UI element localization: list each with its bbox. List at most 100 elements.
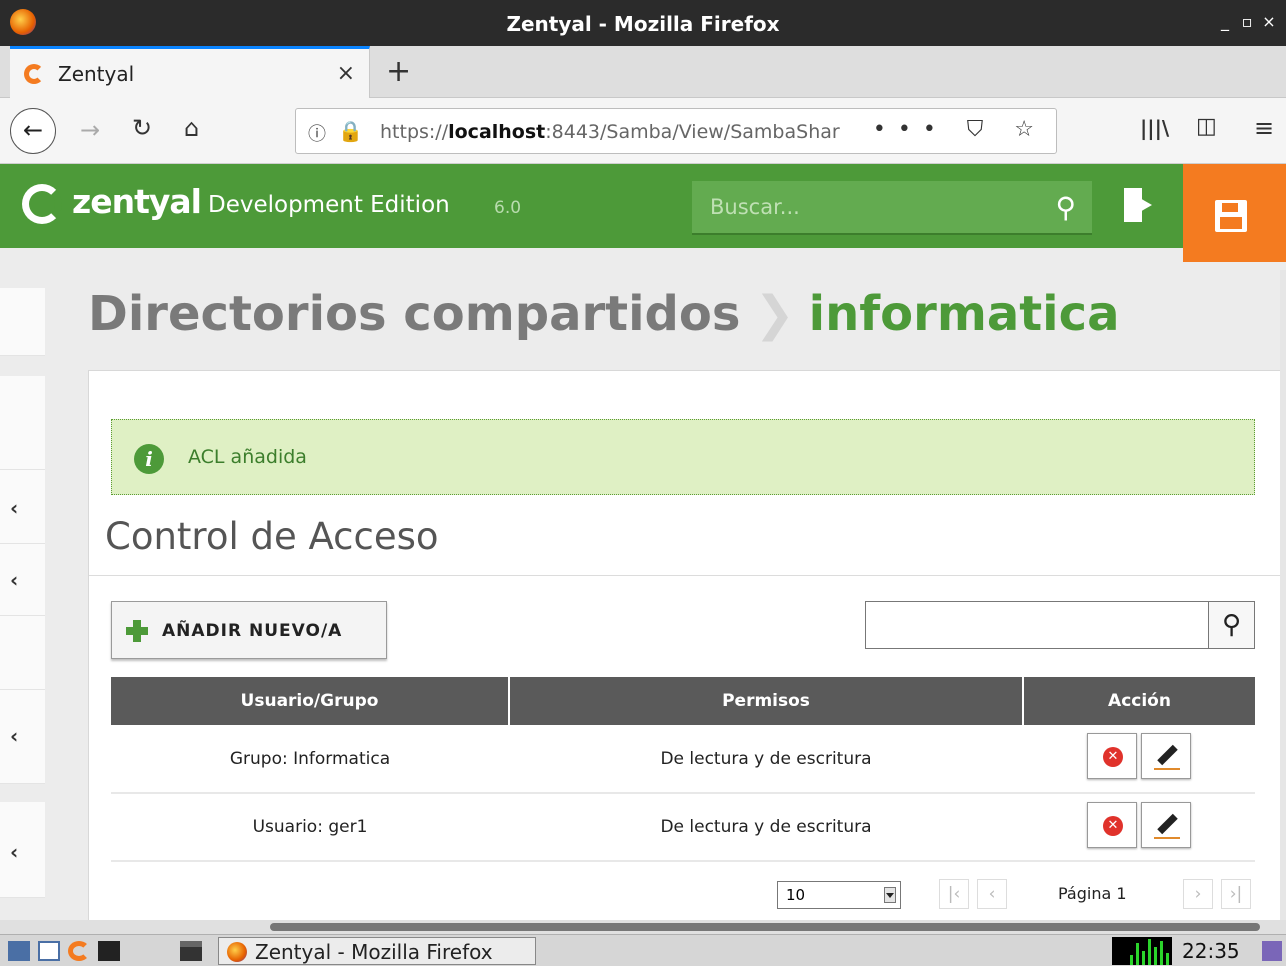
first-page-icon: |‹	[947, 884, 961, 904]
forward-button[interactable]: →	[80, 116, 100, 144]
message-text: ACL añadida	[188, 446, 307, 468]
cpu-bar	[1142, 951, 1145, 965]
file-manager-icon[interactable]	[38, 941, 60, 961]
minimize-button[interactable]: _	[1214, 12, 1236, 31]
page-size-select[interactable]: 10	[777, 881, 901, 909]
delete-button[interactable]: ✕	[1087, 801, 1137, 848]
sidebar-item[interactable]: ‹	[0, 802, 45, 898]
previous-page-icon: ‹	[988, 884, 996, 904]
tab-zentyal[interactable]: Zentyal ×	[10, 46, 370, 98]
table-row: Usuario: ger1 De lectura y de escritura …	[111, 793, 1255, 862]
url-action-icons[interactable]: ••• ⛉ ☆	[873, 117, 1046, 142]
info-icon[interactable]: ⓘ	[308, 120, 326, 146]
home-button[interactable]: ⌂	[184, 114, 199, 142]
breadcrumb-separator: ❯	[754, 286, 795, 342]
forward-arrow-icon: →	[80, 116, 101, 144]
column-header-permissions[interactable]: Permisos	[509, 677, 1024, 725]
first-page-button[interactable]: |‹	[939, 879, 969, 909]
add-new-button[interactable]: AÑADIR NUEVO/A	[111, 601, 387, 659]
home-icon: ⌂	[184, 114, 200, 142]
insecure-lock-icon[interactable]: 🔒	[338, 119, 363, 143]
url-path: :8443/Samba/View/SambaShar	[545, 121, 840, 143]
terminal-icon[interactable]	[98, 941, 120, 961]
cell-user-group: Grupo: Informatica	[111, 725, 509, 794]
window-list-icon[interactable]	[180, 941, 202, 961]
cpu-bar	[1154, 947, 1157, 965]
cell-actions: ✕	[1023, 793, 1255, 862]
page-title: Directorios compartidos ❯ informatica	[88, 286, 1119, 342]
search-icon[interactable]: ⚲	[1055, 191, 1076, 224]
table-search-input[interactable]	[866, 602, 1208, 648]
horizontal-scroll-thumb[interactable]	[270, 923, 1260, 931]
logout-arrow	[1138, 197, 1152, 213]
clock[interactable]: 22:35	[1182, 939, 1240, 963]
tab-close-icon[interactable]: ×	[337, 61, 355, 86]
section-divider	[89, 575, 1286, 576]
taskbar-task-label: Zentyal - Mozilla Firefox	[255, 940, 493, 964]
cpu-monitor	[1112, 937, 1172, 965]
edit-icon	[1154, 744, 1180, 770]
delete-button[interactable]: ✕	[1087, 733, 1137, 779]
close-window-button[interactable]: ×	[1258, 12, 1280, 31]
add-icon	[126, 620, 148, 642]
zentyal-tab-icon	[24, 64, 44, 84]
cell-permissions: De lectura y de escritura	[509, 793, 1023, 862]
sidebar-item[interactable]: ‹	[0, 690, 45, 784]
zentyal-icon[interactable]	[68, 941, 90, 961]
table-search: ⚲	[865, 601, 1255, 649]
horizontal-scrollbar[interactable]	[0, 920, 1286, 934]
sidebar-item[interactable]	[0, 616, 45, 690]
edit-button[interactable]	[1141, 733, 1191, 779]
sidebar-item[interactable]: ‹	[0, 544, 45, 616]
vertical-scrollbar[interactable]	[1280, 270, 1286, 920]
maximize-button[interactable]: ▫	[1236, 12, 1258, 31]
global-search-input[interactable]	[692, 181, 1032, 233]
show-desktop-icon[interactable]	[8, 941, 30, 961]
cpu-bar	[1166, 953, 1169, 965]
next-page-button[interactable]: ›	[1183, 879, 1213, 909]
chevron-left-icon: ‹	[10, 840, 19, 864]
lock-screen-icon[interactable]	[1262, 941, 1282, 961]
sidebar-item[interactable]	[0, 288, 45, 356]
edition-label: Development Edition	[208, 192, 450, 218]
cpu-bar	[1136, 943, 1139, 965]
table-header-row: Usuario/Grupo Permisos Acción	[111, 677, 1255, 725]
breadcrumb-current: informatica	[808, 286, 1120, 342]
cpu-bar	[1130, 955, 1133, 965]
global-search: ⚲	[692, 181, 1092, 235]
chevron-left-icon: ‹	[10, 724, 19, 748]
previous-page-button[interactable]: ‹	[977, 879, 1007, 909]
breadcrumb-parent[interactable]: Directorios compartidos	[88, 286, 740, 342]
search-icon[interactable]: ⚲	[1208, 602, 1254, 648]
back-arrow-icon: ←	[22, 116, 44, 144]
tab-strip: Zentyal × +	[0, 46, 1286, 98]
menu-icon[interactable]: ≡	[1254, 114, 1274, 142]
reload-button[interactable]: ↻	[132, 114, 152, 142]
firefox-icon	[227, 942, 247, 962]
sidebar-toggle-icon[interactable]: ◫	[1196, 114, 1217, 139]
last-page-button[interactable]: ›|	[1221, 879, 1251, 909]
logout-icon[interactable]	[1124, 188, 1154, 222]
info-icon: i	[134, 444, 164, 474]
column-header-action: Acción	[1023, 677, 1255, 725]
column-header-user-group[interactable]: Usuario/Grupo	[111, 677, 510, 725]
new-tab-button[interactable]: +	[386, 54, 411, 89]
url-text[interactable]: https://localhost:8443/Samba/View/SambaS…	[380, 121, 880, 143]
version-label: 6.0	[494, 198, 522, 218]
edit-button[interactable]	[1141, 801, 1191, 848]
save-icon	[1215, 200, 1247, 232]
zentyal-logo-icon	[22, 184, 62, 224]
taskbar-task-firefox[interactable]: Zentyal - Mozilla Firefox	[218, 937, 536, 965]
success-message: i ACL añadida	[111, 419, 1255, 495]
sidebar-item[interactable]	[0, 376, 45, 470]
url-bar[interactable]: ⓘ 🔒 https://localhost:8443/Samba/View/Sa…	[295, 108, 1057, 154]
last-page-icon: ›|	[1229, 884, 1243, 904]
cpu-bar	[1160, 941, 1163, 965]
save-changes-button[interactable]	[1183, 164, 1286, 262]
library-icon[interactable]: |||\	[1140, 116, 1169, 140]
sidebar-item[interactable]: ‹	[0, 470, 45, 544]
chevron-left-icon: ‹	[10, 496, 19, 520]
back-button[interactable]: ←	[10, 108, 56, 154]
cell-user-group: Usuario: ger1	[111, 793, 509, 862]
tab-label: Zentyal	[58, 62, 135, 86]
